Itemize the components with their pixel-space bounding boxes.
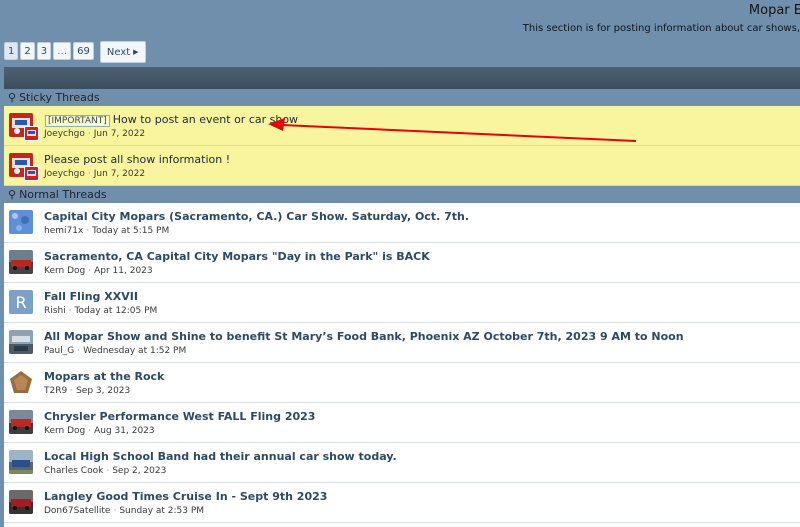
thread-author[interactable]: Kern Dog [44, 426, 85, 436]
next-page-button[interactable]: Next ▶ [99, 41, 146, 63]
thread-list: ⚲ Sticky Threads [IMPORTANT] How to post … [4, 67, 800, 527]
thread-row[interactable]: Mopars at the Rock T2R9 · Sep 3, 2023 [4, 363, 800, 403]
avatar[interactable] [9, 490, 33, 514]
avatar[interactable] [9, 250, 33, 274]
thread-author[interactable]: Don67Satellite [44, 506, 110, 516]
forum-header: Mopar E This section is for posting info… [0, 0, 800, 66]
avatar[interactable] [9, 450, 33, 474]
sticky-thread-row[interactable]: [IMPORTANT] How to post an event or car s… [4, 106, 800, 146]
thread-row[interactable]: Capital City Mopars (Sacramento, CA.) Ca… [4, 203, 800, 243]
avatar[interactable]: R [9, 290, 33, 314]
thread-title-text[interactable]: How to post an event or car show [113, 113, 298, 126]
thread-title[interactable]: Langley Good Times Cruise In - Sept 9th … [44, 490, 327, 503]
thread-title[interactable]: All Mopar Show and Shine to benefit St M… [44, 330, 684, 343]
forum-title: Mopar E [748, 3, 800, 18]
thread-author[interactable]: hemi71x [44, 226, 83, 236]
thread-meta: Joeychgo · Jun 7, 2022 [44, 169, 146, 179]
avatar[interactable] [24, 166, 39, 181]
thread-meta: hemi71x · Today at 5:15 PM [44, 226, 170, 236]
thread-title[interactable]: Fall Fling XXVII [44, 290, 138, 303]
thread-title[interactable]: Sacramento, CA Capital City Mopars "Day … [44, 250, 430, 263]
thread-row[interactable]: R Fall Fling XXVII Rishi · Today at 12:05 … [4, 283, 800, 323]
thread-author[interactable]: T2R9 [44, 386, 67, 396]
thread-author[interactable]: Paul_G [44, 346, 74, 356]
thread-date[interactable]: Today at 5:15 PM [92, 226, 169, 236]
thread-meta: Paul_G · Wednesday at 1:52 PM [44, 346, 187, 356]
thread-author[interactable]: Joeychgo [44, 169, 85, 179]
thread-row[interactable]: All Mopar Show and Shine to benefit St M… [4, 323, 800, 363]
thread-meta: Charles Cook · Sep 2, 2023 [44, 466, 167, 476]
sticky-thread-row[interactable]: Please post all show information ! Joeyc… [4, 146, 800, 186]
next-label: Next [106, 46, 131, 58]
thread-meta: Don67Satellite · Sunday at 2:53 PM [44, 506, 205, 516]
chevron-right-icon: ▶ [133, 48, 139, 56]
thread-row[interactable]: Chrysler Performance West FALL Fling 202… [4, 403, 800, 443]
page-1-button[interactable]: 1 [4, 42, 19, 60]
sticky-threads-header: ⚲ Sticky Threads [4, 89, 800, 106]
thread-author[interactable]: Joeychgo [44, 129, 85, 139]
thread-date[interactable]: Jun 7, 2022 [94, 169, 145, 179]
thread-title[interactable]: Mopars at the Rock [44, 370, 164, 383]
thread-date[interactable]: Aug 31, 2023 [94, 426, 155, 436]
thread-date[interactable]: Sep 2, 2023 [112, 466, 166, 476]
thread-title[interactable]: Please post all show information ! [44, 153, 230, 166]
sticky-threads-label: Sticky Threads [19, 91, 100, 104]
thread-title[interactable]: [IMPORTANT] How to post an event or car s… [44, 113, 298, 127]
pin-icon: ⚲ [8, 91, 17, 104]
thread-author[interactable]: Charles Cook [44, 466, 103, 476]
thread-date[interactable]: Jun 7, 2022 [94, 129, 145, 139]
thread-title[interactable]: Capital City Mopars (Sacramento, CA.) Ca… [44, 210, 469, 223]
thread-date[interactable]: Today at 12:05 PM [75, 306, 158, 316]
page-last-button[interactable]: 69 [73, 42, 94, 60]
page-jump-button[interactable]: … [53, 42, 72, 60]
forum-description: This section is for posting information … [522, 23, 800, 34]
normal-threads-header: ⚲ Normal Threads [4, 186, 800, 203]
avatar[interactable] [9, 410, 33, 434]
thread-date[interactable]: Sunday at 2:53 PM [119, 506, 204, 516]
thread-author[interactable]: Rishi [44, 306, 66, 316]
page-3-button[interactable]: 3 [36, 42, 52, 60]
thread-meta: Joeychgo · Jun 7, 2022 [44, 129, 146, 139]
pagination: 1 2 3 … 69 Next ▶ [4, 41, 146, 63]
thread-title[interactable]: Local High School Band had their annual … [44, 450, 397, 463]
thread-row[interactable]: Sacramento, CA Capital City Mopars "Day … [4, 243, 800, 283]
thread-author[interactable]: Kern Dog [44, 266, 85, 276]
thread-meta: T2R9 · Sep 3, 2023 [44, 386, 131, 396]
thread-date[interactable]: Wednesday at 1:52 PM [83, 346, 186, 356]
thread-meta: Rishi · Today at 12:05 PM [44, 306, 158, 316]
avatar[interactable] [24, 126, 39, 141]
thread-row[interactable]: Langley Good Times Cruise In - Sept 9th … [4, 483, 800, 523]
thread-date[interactable]: Apr 11, 2023 [94, 266, 153, 276]
avatar[interactable] [9, 370, 33, 394]
avatar[interactable] [9, 330, 33, 354]
avatar[interactable] [9, 210, 33, 234]
thread-date[interactable]: Sep 3, 2023 [76, 386, 130, 396]
pin-icon: ⚲ [8, 188, 17, 201]
thread-meta: Kern Dog · Aug 31, 2023 [44, 426, 155, 436]
thread-meta: Kern Dog · Apr 11, 2023 [44, 266, 153, 276]
normal-threads-label: Normal Threads [19, 188, 107, 201]
list-header-bar [4, 67, 800, 89]
thread-row[interactable]: Local High School Band had their annual … [4, 443, 800, 483]
page-2-button[interactable]: 2 [20, 42, 35, 60]
thread-prefix-badge[interactable]: [IMPORTANT] [45, 115, 110, 127]
thread-title[interactable]: Chrysler Performance West FALL Fling 202… [44, 410, 315, 423]
